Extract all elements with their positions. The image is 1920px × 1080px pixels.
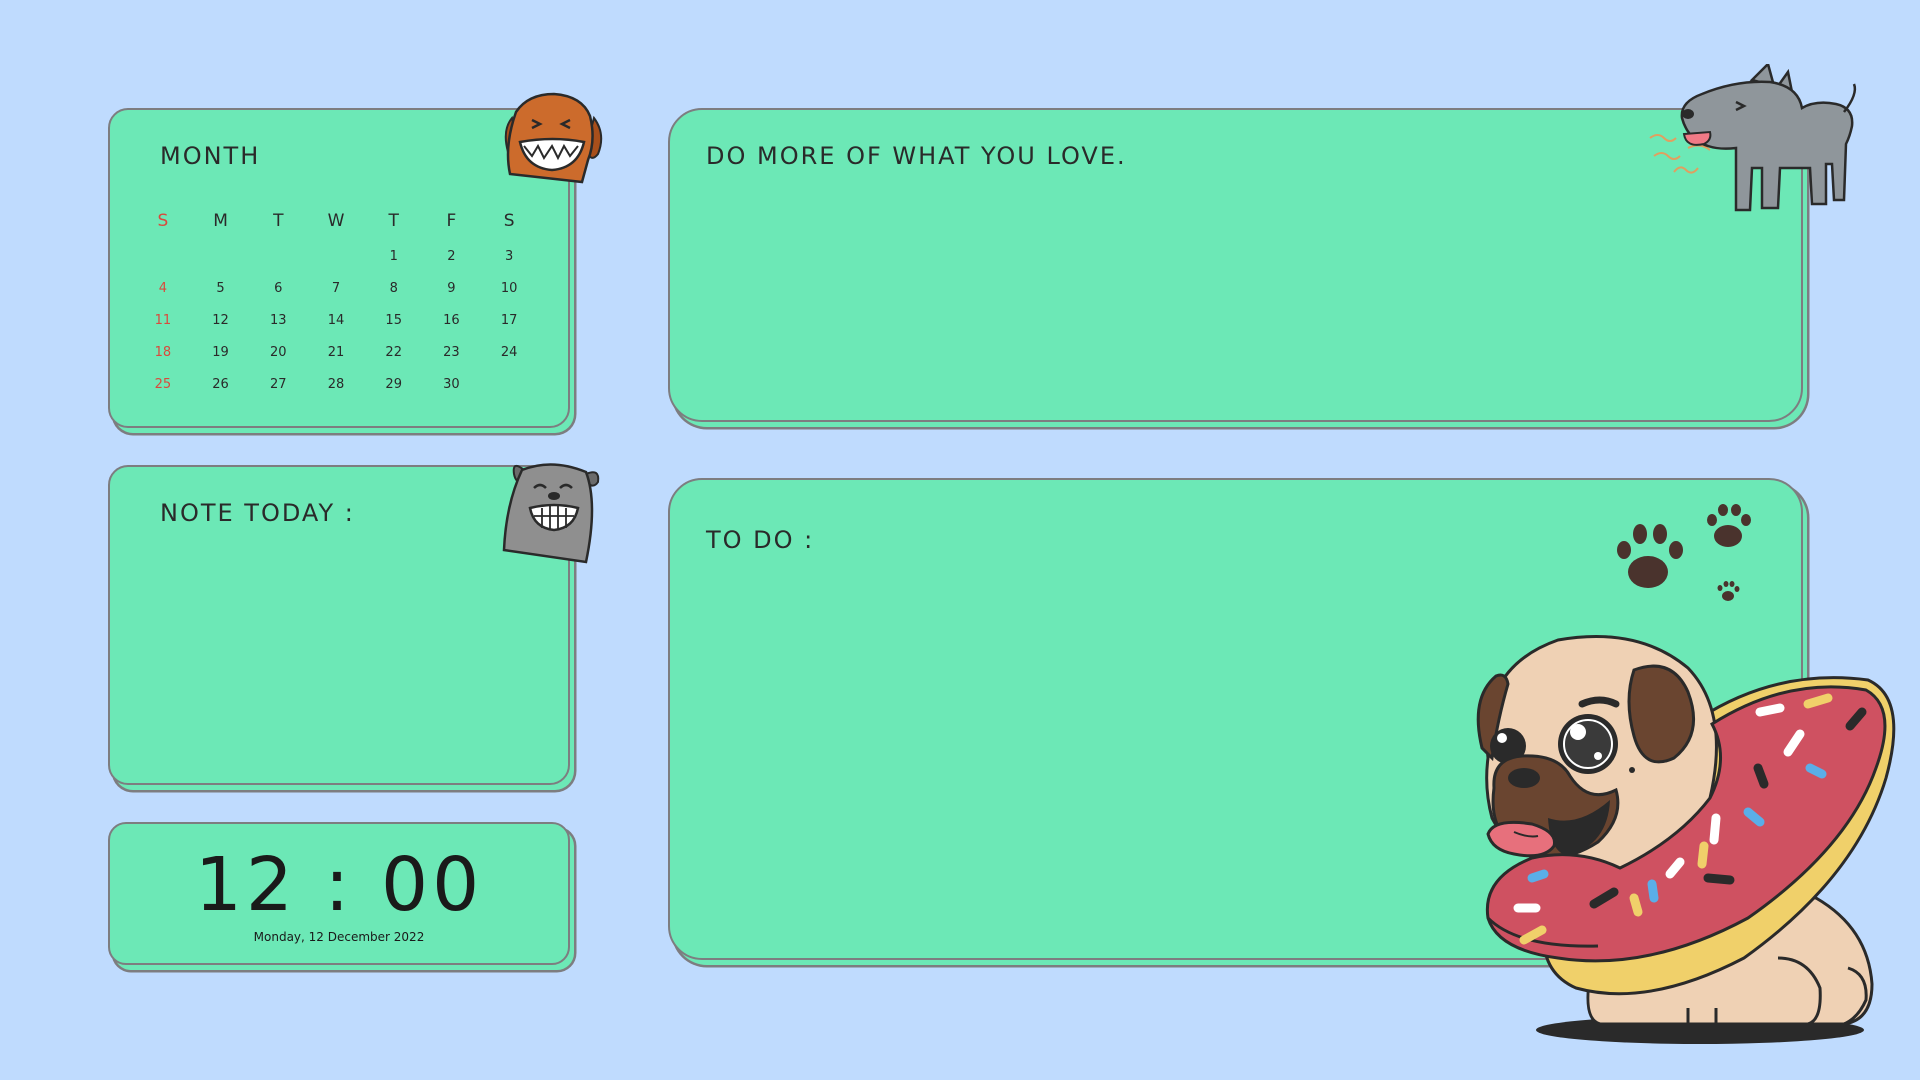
wallpaper-canvas: MONTH S M T W T F S 1 2 3 4 5 6 7 8 9 10… [0,0,1920,1080]
weekday-label: S [503,211,515,231]
clock-time: 12 : 00 [194,842,484,928]
quote-text: DO MORE OF WHAT YOU LOVE. [706,142,1127,170]
calendar-day: 24 [500,345,518,360]
calendar-day [307,246,365,278]
calendar-day: 9 [447,281,456,296]
calendar-day: 30 [443,377,460,392]
calendar-day: 5 [216,281,225,296]
calendar-day: 14 [327,313,345,328]
weekday-label: F [446,211,457,231]
calendar-day: 27 [270,377,287,392]
calendar-title: MONTH [160,142,261,170]
pug-with-donut-icon [1476,635,1896,1044]
calendar-day: 7 [331,281,341,296]
weekday-label: T [388,211,399,231]
calendar-day: 23 [443,345,460,360]
calendar-day: 10 [500,281,518,296]
calendar-day: 28 [327,377,345,392]
calendar-day: 25 [154,377,172,392]
calendar-day [249,246,307,278]
calendar-day: 6 [274,281,283,296]
barking-dog-icon [1649,64,1857,212]
calendar-day: 18 [154,345,172,360]
calendar-day: 21 [327,345,345,360]
calendar-day: 22 [385,345,402,360]
clock-date: Monday, 12 December 2022 [253,930,425,944]
calendar-day: 16 [443,313,460,328]
calendar-day [134,246,192,278]
orange-dog-icon [504,92,603,184]
calendar-day: 20 [270,345,287,360]
calendar-day: 17 [500,313,518,328]
calendar-day [192,246,250,278]
calendar-day: 26 [212,377,229,392]
weekday-label: S [157,211,169,231]
calendar-day: 13 [270,313,287,328]
quote-card: DO MORE OF WHAT YOU LOVE. [668,108,1803,422]
calendar-day: 12 [212,313,229,328]
calendar-day: 29 [385,377,402,392]
calendar-day: 8 [389,281,398,296]
note-title: NOTE TODAY : [160,499,355,527]
todo-title: TO DO : [706,526,815,554]
calendar-grid: S M T W T F S 1 2 3 4 5 6 7 8 9 10 11 12… [134,210,538,406]
calendar-day [480,374,538,406]
calendar-day: 1 [389,249,398,264]
note-card[interactable]: NOTE TODAY : [108,465,570,785]
gray-dog-icon [502,463,600,564]
clock-card: 12 : 00 Monday, 12 December 2022 [108,822,570,965]
calendar-day: 3 [505,249,514,264]
calendar-day: 19 [212,345,229,360]
calendar-day: 11 [154,313,172,328]
paw-print-icon [1617,504,1751,601]
calendar-day: 4 [158,281,167,296]
weekday-label: T [273,211,284,231]
weekday-label: W [327,211,345,231]
calendar-day: 2 [447,249,456,264]
weekday-label: M [213,211,228,231]
calendar-day: 15 [385,313,402,328]
